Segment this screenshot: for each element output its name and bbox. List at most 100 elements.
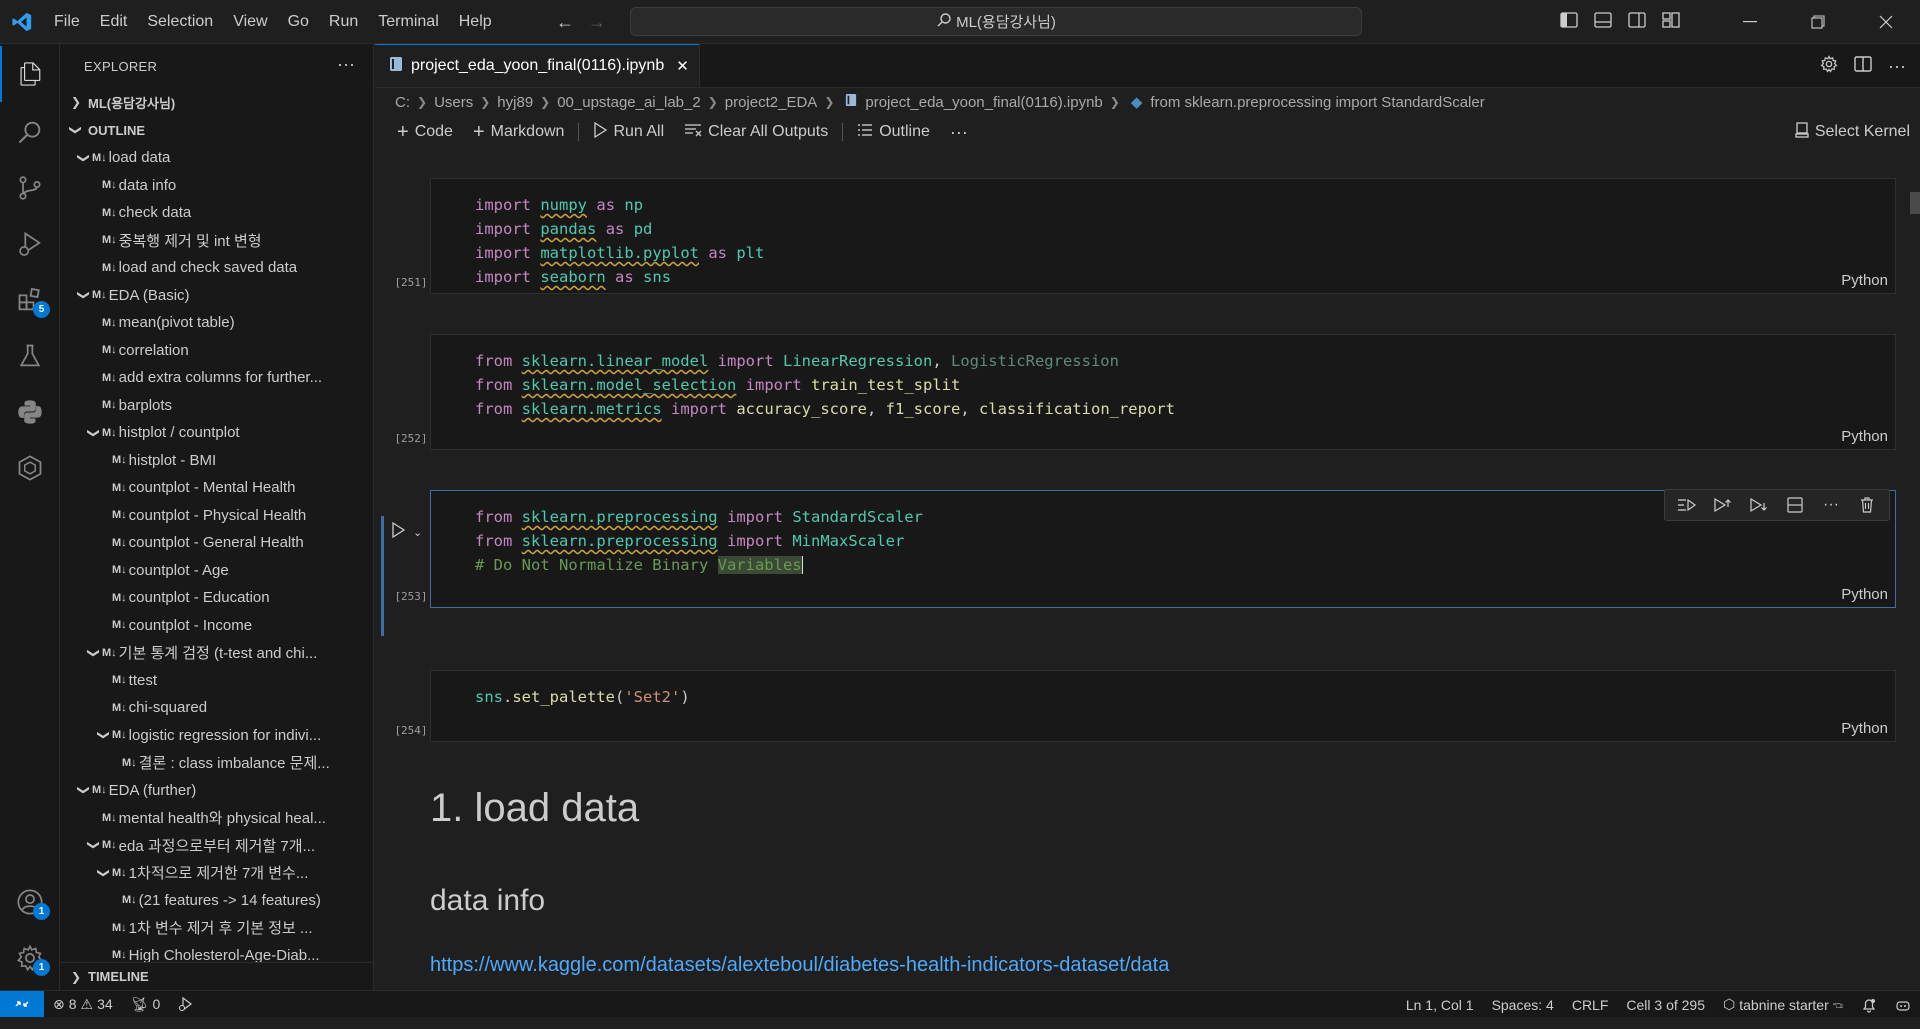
execute-cell-and-above-icon[interactable] [1705, 490, 1741, 520]
outline-button[interactable]: Outline [849, 118, 938, 146]
chevron-down-icon[interactable]: ❯ [97, 727, 111, 743]
select-kernel-button[interactable]: Select Kernel [1795, 118, 1910, 146]
outline-item[interactable]: M↓ 1차 변수 제거 후 기본 정보 ... [60, 914, 373, 942]
outline-item[interactable]: M↓ load and check saved data [60, 254, 373, 282]
timeline-section-header[interactable]: ❯ TIMELINE [60, 962, 373, 990]
breadcrumb-item[interactable]: Users [434, 94, 473, 111]
outline-item[interactable]: M↓ mean(pivot table) [60, 309, 373, 337]
cursor-position[interactable]: Ln 1, Col 1 [1397, 997, 1483, 1013]
vertical-scrollbar[interactable] [1910, 192, 1920, 214]
outline-item[interactable]: M↓ mental health와 physical heal... [60, 804, 373, 832]
code-cell[interactable]: import numpy as np import pandas as pd i… [394, 178, 1896, 294]
search-icon[interactable] [0, 104, 60, 160]
command-center-search[interactable]: ML(용담강사님) [630, 7, 1362, 36]
chevron-down-icon[interactable]: ❯ [87, 837, 101, 853]
manage-gear-icon[interactable]: 1 [0, 930, 60, 986]
menu-file[interactable]: File [44, 0, 90, 44]
outline-item[interactable]: M↓ countplot - Income [60, 612, 373, 640]
end-of-line[interactable]: CRLF [1563, 997, 1618, 1013]
toggle-secondary-sidebar-icon[interactable] [1628, 12, 1646, 32]
outline-item[interactable]: ❯ M↓ histplot / countplot [60, 419, 373, 447]
menu-edit[interactable]: Edit [90, 0, 138, 44]
customize-layout-icon[interactable] [1662, 12, 1680, 32]
menu-help[interactable]: Help [449, 0, 502, 44]
notifications-icon[interactable] [1852, 997, 1886, 1013]
outline-item[interactable]: M↓ countplot - Mental Health [60, 474, 373, 502]
breadcrumb-item[interactable]: C: [395, 94, 410, 111]
breadcrumb-item[interactable]: hyj89 [497, 94, 533, 111]
more-actions-icon[interactable]: ··· [942, 118, 976, 146]
chevron-down-icon[interactable]: ❯ [97, 865, 111, 881]
menu-view[interactable]: View [223, 0, 277, 44]
more-actions-icon[interactable]: ··· [337, 54, 355, 75]
add-markdown-cell-button[interactable]: + Markdown [465, 118, 573, 146]
menu-terminal[interactable]: Terminal [368, 0, 448, 44]
outline-item[interactable]: M↓ chi-squared [60, 694, 373, 722]
cell-language[interactable]: Python [1841, 586, 1888, 603]
outline-item[interactable]: M↓ add extra columns for further... [60, 364, 373, 392]
menu-go[interactable]: Go [278, 0, 319, 44]
restore-icon[interactable] [1784, 0, 1852, 44]
close-window-icon[interactable] [1852, 0, 1920, 44]
split-editor-icon[interactable] [1854, 56, 1872, 76]
outline-item[interactable]: M↓ check data [60, 199, 373, 227]
outline-item[interactable]: M↓ countplot - Age [60, 557, 373, 585]
chevron-down-icon[interactable]: ❯ [87, 645, 101, 661]
ports-indicator[interactable]: 📡︎ 0 [122, 996, 170, 1013]
testing-icon[interactable] [0, 328, 60, 384]
clear-all-outputs-button[interactable]: Clear All Outputs [676, 118, 836, 146]
explorer-icon[interactable] [0, 46, 60, 102]
remote-indicator-icon[interactable] [0, 990, 44, 1018]
chevron-down-icon[interactable]: ❯ [77, 150, 91, 166]
outline-item[interactable]: M↓ (21 features -> 14 features) [60, 887, 373, 915]
tab-notebook[interactable]: project_eda_yoon_final(0116).ipynb ✕ [375, 44, 700, 87]
outline-item[interactable]: M↓ 결론 : class imbalance 문제... [60, 749, 373, 777]
execute-above-icon[interactable] [1669, 490, 1705, 520]
outline-item[interactable]: M↓ histplot - BMI [60, 447, 373, 475]
toggle-primary-sidebar-icon[interactable] [1560, 12, 1578, 32]
outline-item[interactable]: ❯ M↓ EDA (further) [60, 777, 373, 805]
outline-item[interactable]: ❯ M↓ EDA (Basic) [60, 282, 373, 310]
folder-section-header[interactable]: ❯ ML(용담강사님) [60, 88, 373, 116]
split-cell-icon[interactable] [1777, 490, 1813, 520]
code-editor[interactable]: from sklearn.linear_model import LinearR… [431, 335, 1895, 421]
execute-cell-and-below-icon[interactable] [1741, 490, 1777, 520]
debug-launch-icon[interactable] [169, 996, 203, 1012]
breadcrumb-item[interactable]: project2_EDA [725, 94, 818, 111]
outline-section-header[interactable]: ❯ OUTLINE [60, 116, 373, 144]
outline-item[interactable]: ❯ M↓ 1차적으로 제거한 7개 변수... [60, 859, 373, 887]
breadcrumb-item[interactable]: 00_upstage_ai_lab_2 [557, 94, 700, 111]
add-code-cell-button[interactable]: + Code [389, 118, 461, 146]
forward-arrow-icon[interactable]: → [588, 12, 606, 33]
outline-item[interactable]: M↓ barplots [60, 392, 373, 420]
cell-language[interactable]: Python [1841, 720, 1888, 737]
tabnine-status[interactable]: ⬡ tabnine starter 👈︎ [1714, 996, 1852, 1013]
minimize-icon[interactable] [1716, 0, 1784, 44]
menu-selection[interactable]: Selection [137, 0, 223, 44]
code-editor[interactable]: sns.set_palette('Set2') [431, 671, 1895, 709]
breadcrumb-item[interactable]: from sklearn.preprocessing import Standa… [1150, 94, 1484, 111]
dataset-link[interactable]: https://www.kaggle.com/datasets/alextebo… [430, 954, 1169, 977]
outline-item[interactable]: M↓ correlation [60, 337, 373, 365]
delete-cell-icon[interactable] [1849, 490, 1885, 520]
indentation[interactable]: Spaces: 4 [1483, 997, 1563, 1013]
remote-explorer-icon[interactable] [0, 440, 60, 496]
chevron-down-icon[interactable]: ❯ [77, 782, 91, 798]
close-tab-icon[interactable]: ✕ [676, 57, 689, 75]
cell-indicator[interactable]: Cell 3 of 295 [1617, 997, 1714, 1013]
outline-item[interactable]: M↓ countplot - Physical Health [60, 502, 373, 530]
gear-icon[interactable] [1820, 55, 1838, 77]
problems-indicator[interactable]: ⊗ 8 ⚠ 34 [44, 996, 122, 1013]
outline-item[interactable]: ❯ M↓ load data [60, 144, 373, 172]
outline-item[interactable]: M↓ data info [60, 172, 373, 200]
run-all-button[interactable]: Run All [585, 118, 672, 146]
chevron-down-icon[interactable]: ⌄ [413, 526, 422, 539]
more-actions-icon[interactable]: ··· [1888, 56, 1906, 77]
code-editor[interactable]: import numpy as np import pandas as pd i… [431, 179, 1895, 289]
cell-language[interactable]: Python [1841, 272, 1888, 289]
cell-language[interactable]: Python [1841, 428, 1888, 445]
more-actions-icon[interactable]: ··· [1813, 490, 1849, 520]
outline-item[interactable]: ❯ M↓ logistic regression for indivi... [60, 722, 373, 750]
code-cell[interactable]: sns.set_palette('Set2') [254] Python [394, 670, 1896, 742]
run-cell-icon[interactable] [391, 521, 406, 542]
